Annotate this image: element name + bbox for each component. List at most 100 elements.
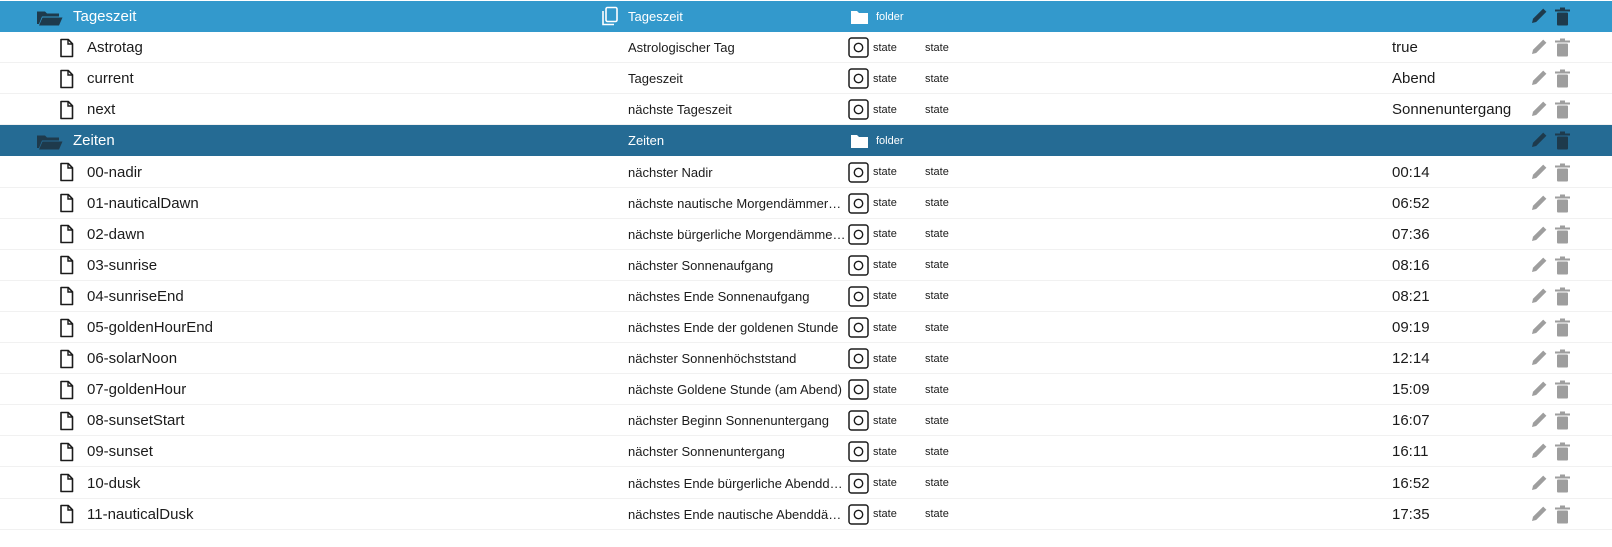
- edit-icon[interactable]: [1530, 343, 1548, 373]
- edit-icon[interactable]: [1530, 157, 1548, 187]
- row-name: 08-sunsetStart: [87, 412, 185, 430]
- description-text: nächstes Ende Sonnenaufgang: [628, 288, 810, 304]
- row-value[interactable]: 16:11: [1392, 436, 1428, 466]
- folder-open-icon[interactable]: [36, 125, 64, 156]
- row-name: Zeiten: [73, 132, 115, 150]
- delete-icon[interactable]: [1554, 250, 1571, 280]
- state-row[interactable]: 10-dusk nächstes Ende bürgerliche Abenddä…: [0, 468, 1612, 499]
- state-row[interactable]: 09-sunset nächster Sonnenuntergang state st…: [0, 436, 1612, 468]
- edit-icon[interactable]: [1530, 312, 1548, 342]
- state-role-icon: [848, 343, 869, 373]
- state-row[interactable]: 03-sunrise nächster Sonnenaufgang state sta…: [0, 250, 1612, 281]
- row-value[interactable]: 09:19: [1392, 312, 1430, 342]
- delete-icon[interactable]: [1554, 94, 1571, 124]
- delete-icon[interactable]: [1554, 405, 1571, 435]
- row-value[interactable]: Abend: [1392, 63, 1435, 93]
- state-row[interactable]: 06-solarNoon nächster Sonnenhöchststand st…: [0, 343, 1612, 375]
- edit-icon[interactable]: [1530, 188, 1548, 218]
- edit-icon[interactable]: [1530, 63, 1548, 93]
- row-description: nächste nautische Morgendämmerung: [628, 188, 846, 218]
- state-row[interactable]: 08-sunsetStart nächster Beginn Sonnenunte…: [0, 405, 1612, 437]
- folder-row[interactable]: Zeiten Zeiten folder: [0, 125, 1612, 157]
- edit-icon[interactable]: [1530, 250, 1548, 280]
- delete-icon[interactable]: [1554, 436, 1571, 466]
- state-row[interactable]: 05-goldenHourEnd nächstes Ende der golden…: [0, 312, 1612, 343]
- state-row[interactable]: 07-goldenHour nächste Goldene Stunde (am …: [0, 374, 1612, 406]
- delete-icon[interactable]: [1554, 312, 1571, 342]
- state-row[interactable]: 02-dawn nächste bürgerliche Morgendämmeru…: [0, 219, 1612, 250]
- row-role: state: [873, 352, 897, 365]
- row-value[interactable]: 12:14: [1392, 343, 1430, 373]
- state-row[interactable]: 11-nauticalDusk nächstes Ende nautische A…: [0, 499, 1612, 530]
- state-role-icon: [848, 63, 869, 93]
- edit-icon[interactable]: [1530, 405, 1548, 435]
- file-icon: [58, 281, 75, 311]
- row-value[interactable]: 06:52: [1392, 188, 1430, 218]
- row-description: Astrologischer Tag: [628, 32, 735, 62]
- file-icon: [58, 219, 75, 249]
- delete-icon[interactable]: [1554, 281, 1571, 311]
- row-role: state: [873, 72, 897, 85]
- row-name: 11-nauticalDusk: [87, 505, 194, 523]
- row-type: state: [925, 383, 949, 396]
- delete-icon[interactable]: [1554, 219, 1571, 249]
- edit-icon[interactable]: [1530, 374, 1548, 404]
- edit-icon[interactable]: [1530, 281, 1548, 311]
- row-value[interactable]: 00:14: [1392, 157, 1430, 187]
- row-value[interactable]: 08:16: [1392, 250, 1430, 280]
- edit-icon[interactable]: [1530, 32, 1548, 62]
- row-value[interactable]: 16:07: [1392, 405, 1430, 435]
- state-row[interactable]: 00-nadir nächster Nadir state state 00:14: [0, 157, 1612, 188]
- description-text: nächster Sonnenaufgang: [628, 257, 774, 273]
- row-role: state: [873, 414, 897, 427]
- row-value[interactable]: 17:35: [1392, 499, 1430, 529]
- edit-icon[interactable]: [1530, 125, 1548, 156]
- state-role-icon: [848, 219, 869, 249]
- row-value[interactable]: Sonnenuntergang: [1392, 94, 1511, 124]
- row-name: Tageszeit: [73, 8, 137, 25]
- row-value[interactable]: true: [1392, 32, 1418, 62]
- row-role: state: [873, 321, 897, 334]
- row-value[interactable]: 16:52: [1392, 468, 1430, 498]
- delete-icon[interactable]: [1554, 499, 1571, 529]
- folder-open-icon[interactable]: [36, 1, 64, 32]
- file-icon: [58, 250, 75, 280]
- copy-icon[interactable]: [600, 1, 620, 32]
- edit-icon[interactable]: [1530, 468, 1548, 498]
- delete-icon[interactable]: [1554, 32, 1571, 62]
- row-value[interactable]: 15:09: [1392, 374, 1430, 404]
- row-role: state: [873, 383, 897, 396]
- delete-icon[interactable]: [1554, 1, 1571, 32]
- state-row[interactable]: 04-sunriseEnd nächstes Ende Sonnenaufgang…: [0, 281, 1612, 312]
- row-description: Tageszeit: [628, 1, 683, 32]
- description-text: nächste Tageszeit: [628, 102, 732, 118]
- row-value[interactable]: 07:36: [1392, 219, 1430, 249]
- delete-icon[interactable]: [1554, 63, 1571, 93]
- row-type: state: [925, 103, 949, 116]
- delete-icon[interactable]: [1554, 374, 1571, 404]
- edit-icon[interactable]: [1530, 94, 1548, 124]
- state-row[interactable]: next nächste Tageszeit state state Sonnenunt…: [0, 94, 1612, 126]
- state-row[interactable]: 01-nauticalDawn nächste nautische Morgend…: [0, 188, 1612, 219]
- edit-icon[interactable]: [1530, 1, 1548, 32]
- delete-icon[interactable]: [1554, 343, 1571, 373]
- delete-icon[interactable]: [1554, 125, 1571, 156]
- folder-row[interactable]: Tageszeit Tageszeit folder: [0, 1, 1612, 32]
- delete-icon[interactable]: [1554, 188, 1571, 218]
- edit-icon[interactable]: [1530, 219, 1548, 249]
- state-row[interactable]: current Tageszeit state state Abend: [0, 63, 1612, 95]
- row-role: folder: [876, 134, 904, 147]
- row-description: nächster Sonnenuntergang: [628, 436, 785, 466]
- row-name: 04-sunriseEnd: [87, 287, 184, 305]
- edit-icon[interactable]: [1530, 499, 1548, 529]
- delete-icon[interactable]: [1554, 468, 1571, 498]
- row-description: Zeiten: [628, 125, 664, 156]
- row-value[interactable]: 08:21: [1392, 281, 1430, 311]
- row-role: folder: [876, 10, 904, 23]
- delete-icon[interactable]: [1554, 157, 1571, 187]
- row-description: nächstes Ende der goldenen Stunde: [628, 312, 838, 342]
- state-row[interactable]: Astrotag Astrologischer Tag state state true: [0, 32, 1612, 64]
- row-type: state: [925, 321, 949, 334]
- edit-icon[interactable]: [1530, 436, 1548, 466]
- row-type: state: [925, 259, 949, 272]
